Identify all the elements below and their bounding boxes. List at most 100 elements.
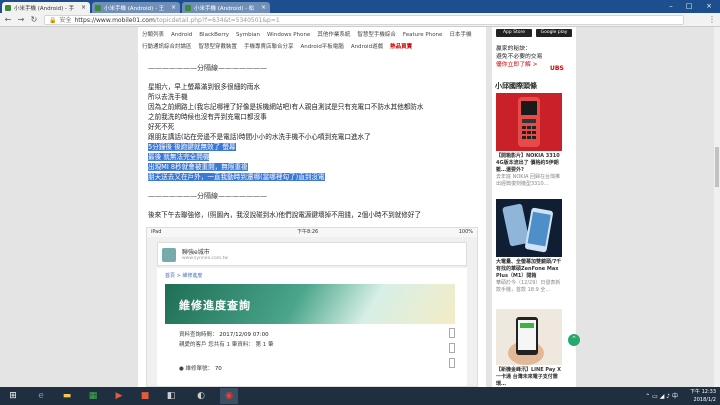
app-icon[interactable]: ◧ xyxy=(162,388,180,404)
category-link[interactable]: 日本手機 xyxy=(449,32,471,38)
close-tab-icon[interactable]: × xyxy=(261,4,266,11)
news-item[interactable]: 【開箱影片】NOKIA 3310 4G版本流出了 價格約5伊朗籃…還要外? 去年… xyxy=(496,153,562,188)
media-icon[interactable]: ▶ xyxy=(110,388,128,404)
category-link[interactable]: 手機專賣店聯合分享 xyxy=(244,44,294,50)
windows-taskbar: ⊞ e ▬ ▦ ▶ ■ ◧ ◐ ◉ ⌃ ▭ ◢ ♪ 中 下午 12:33 201… xyxy=(0,387,720,405)
site-header: 聯強e城市 www.synnex.com.tw xyxy=(157,242,467,266)
site-favicon-icon xyxy=(5,5,11,11)
article-line: 後來下午去聯強修，(照圖內，我沒說碰到水)他們說電源鍵壞掉不用錢，2個小時不到就… xyxy=(148,211,422,219)
news-title: 【新機金峰汛】LINE Pay X 一卡通 台灣未來電子支付需環… xyxy=(496,367,561,387)
chrome-icon[interactable]: ◉ xyxy=(220,388,238,404)
close-window-icon[interactable]: × xyxy=(700,0,718,12)
site-url: www.synnex.com.tw xyxy=(182,256,229,261)
browser-tab-2[interactable]: 小米手機 (Android) - 王 × xyxy=(92,2,180,13)
forward-icon[interactable]: → xyxy=(16,15,26,25)
address-toolbar: ← → ↻ 🔒 安全 https://www.mobile01.com/topicd… xyxy=(0,13,720,27)
category-link[interactable]: Android xyxy=(171,32,192,38)
ipad-status-bar: iPad 下午8:26 100% xyxy=(147,228,477,237)
category-link[interactable]: Android平板電腦 xyxy=(301,44,344,50)
category-link[interactable]: 分類列表 xyxy=(142,32,164,38)
scrollbar-thumb[interactable] xyxy=(715,147,719,187)
category-link[interactable]: 行動通訊綜合討論區 xyxy=(142,44,192,50)
office-icon[interactable]: ■ xyxy=(136,388,154,404)
category-link[interactable]: 智慧型手機綜合 xyxy=(357,32,396,38)
browser-menu-icon[interactable]: ⋮ xyxy=(708,15,716,24)
side-tool-icon xyxy=(449,328,455,338)
separator-line: ———————分隔線——————— xyxy=(148,64,267,72)
hot-deals-link[interactable]: 熱品買賣 xyxy=(390,44,412,50)
category-link[interactable]: 其他作業系統 xyxy=(317,32,350,38)
back-icon[interactable]: ← xyxy=(3,15,13,25)
url-field[interactable]: 🔒 安全 https://www.mobile01.com/topicdetail.… xyxy=(44,15,684,25)
page-scrollbar[interactable] xyxy=(714,27,720,387)
minimize-window-icon[interactable]: – xyxy=(662,0,680,12)
category-link[interactable]: Windows Phone xyxy=(267,32,310,38)
page-viewport: 分類列表 Android BlackBerry Symbian Windows Phon… xyxy=(0,27,720,387)
news-excerpt: 去年底 NOKIA 回歸在台灣推出經典復刻機型3310… xyxy=(496,174,561,187)
clock[interactable]: 下午 12:33 2018/1/2 xyxy=(690,388,716,404)
category-link[interactable]: 智慧型穿戴裝置 xyxy=(199,44,238,50)
url-host: https://www.mobile01.com xyxy=(74,17,155,24)
ad-link[interactable]: 優你立即了解 > xyxy=(496,61,542,69)
windows-start-icon[interactable]: ⊞ xyxy=(4,388,22,404)
repair-number-value: 70 xyxy=(214,366,222,372)
battery-level: 100% xyxy=(458,229,473,235)
tab-title: 小米手機 (Android) - 松 xyxy=(194,6,255,12)
ubs-logo: UBS xyxy=(550,65,564,72)
category-link[interactable]: Feature Phone xyxy=(403,32,443,38)
clock-date: 2018/1/2 xyxy=(693,397,716,403)
repair-banner: 維修進度查詢 xyxy=(165,284,455,324)
ad-block[interactable]: 贏家的秘訣： 避免不必要的交易 優你立即了解 > xyxy=(496,45,542,69)
category-nav: 分類列表 Android BlackBerry Symbian Windows Phon… xyxy=(142,29,482,53)
query-time-row: 資料查詢時間： 2017/12/09 07:00 xyxy=(179,330,269,338)
site-favicon-icon xyxy=(185,5,191,11)
category-link[interactable]: Android遊戲 xyxy=(351,44,383,50)
line-pay-thumbnail[interactable] xyxy=(496,309,562,365)
close-tab-icon[interactable]: × xyxy=(171,4,176,11)
category-nav-row-2: 行動通訊綜合討論區 智慧型穿戴裝置 手機專賣店聯合分享 Android平板電腦 Andr… xyxy=(142,41,482,53)
browser-tab-1[interactable]: 小米手機 (Android) - 手 × xyxy=(2,2,90,13)
article-line: 星期六，早上螢幕滿到很多很細的雨水 xyxy=(148,83,261,91)
nokia-phone-thumbnail[interactable] xyxy=(496,93,562,151)
reload-icon[interactable]: ↻ xyxy=(29,15,39,25)
device-label: iPad xyxy=(151,229,162,235)
article-line: 跟朋友講話(站在旁邊不是電話)時間小小的水洗手機不小心噴到充電口進水了 xyxy=(148,133,371,141)
article-column: 分類列表 Android BlackBerry Symbian Windows Phon… xyxy=(138,27,486,387)
article-line: 好死不死 xyxy=(148,123,175,131)
url-path: /topicdetail.php?f=634&t=5340501&p=1 xyxy=(154,17,280,24)
internet-explorer-icon[interactable]: e xyxy=(32,388,50,404)
file-explorer-icon[interactable]: ▬ xyxy=(58,388,76,404)
separator-line: ———————分隔線——————— xyxy=(148,192,267,200)
category-link[interactable]: BlackBerry xyxy=(199,32,229,38)
clock-time: 下午 12:33 xyxy=(690,389,716,395)
zenfone-thumbnail[interactable] xyxy=(496,199,562,257)
ad-line: 避免不必要的交易 xyxy=(496,54,543,60)
browser-tab-3[interactable]: 小米手機 (Android) - 松 × xyxy=(182,2,270,13)
sidebar-heading: 小邱國際頭條 xyxy=(495,82,537,90)
news-title: 【開箱影片】NOKIA 3310 4G版本流出了 價格約5伊朗籃…還要外? xyxy=(496,153,560,173)
selected-text-line[interactable]: 朋天送去又在戶外，一直我動時到還哪(當哪裡勾了)直到沒電 xyxy=(148,173,325,181)
google-play-badge[interactable]: Google play xyxy=(536,29,572,37)
ad-line: 贏家的秘訣： xyxy=(496,46,531,52)
scroll-to-top-button[interactable]: ⌃ xyxy=(568,334,580,346)
news-item[interactable]: 大電量、全螢幕加雙鏡頭/7千有找的華碩ZenFone Max Plus（M1）開… xyxy=(496,259,562,294)
app-icon[interactable]: ◐ xyxy=(192,388,210,404)
news-item[interactable]: 【新機金峰汛】LINE Pay X 一卡通 台灣未來電子支付需環… xyxy=(496,367,562,387)
store-icon[interactable]: ▦ xyxy=(84,388,102,404)
category-link[interactable]: Symbian xyxy=(236,32,260,38)
secure-label: 安全 xyxy=(59,17,72,24)
close-tab-icon[interactable]: × xyxy=(81,4,86,11)
system-tray-icons[interactable]: ⌃ ▭ ◢ ♪ 中 xyxy=(645,391,678,400)
app-store-badge[interactable]: App Store xyxy=(496,29,532,37)
query-time-label: 資料查詢時間： xyxy=(179,332,218,338)
selected-text-line[interactable]: 5分鐘後 後跑鍵就無效了 螢幕 xyxy=(148,143,236,151)
breadcrumb: 首頁 > 維修進度 xyxy=(165,273,203,279)
tab-title: 小米手機 (Android) - 王 xyxy=(104,6,165,12)
repair-number-label: ● 維修單號： xyxy=(179,366,214,372)
maximize-window-icon[interactable]: □ xyxy=(680,0,698,12)
site-favicon-icon xyxy=(95,5,101,11)
category-nav-row-1: 分類列表 Android BlackBerry Symbian Windows Phon… xyxy=(142,29,482,41)
selected-text-line[interactable]: 出現MI 8秒就會被重開，無限重複 xyxy=(148,163,248,171)
selected-text-line[interactable]: 最後 就無法完全開機 xyxy=(148,153,210,161)
article-line: 之前我洗的時候也沒有弄到充電口都沒事 xyxy=(148,113,267,121)
